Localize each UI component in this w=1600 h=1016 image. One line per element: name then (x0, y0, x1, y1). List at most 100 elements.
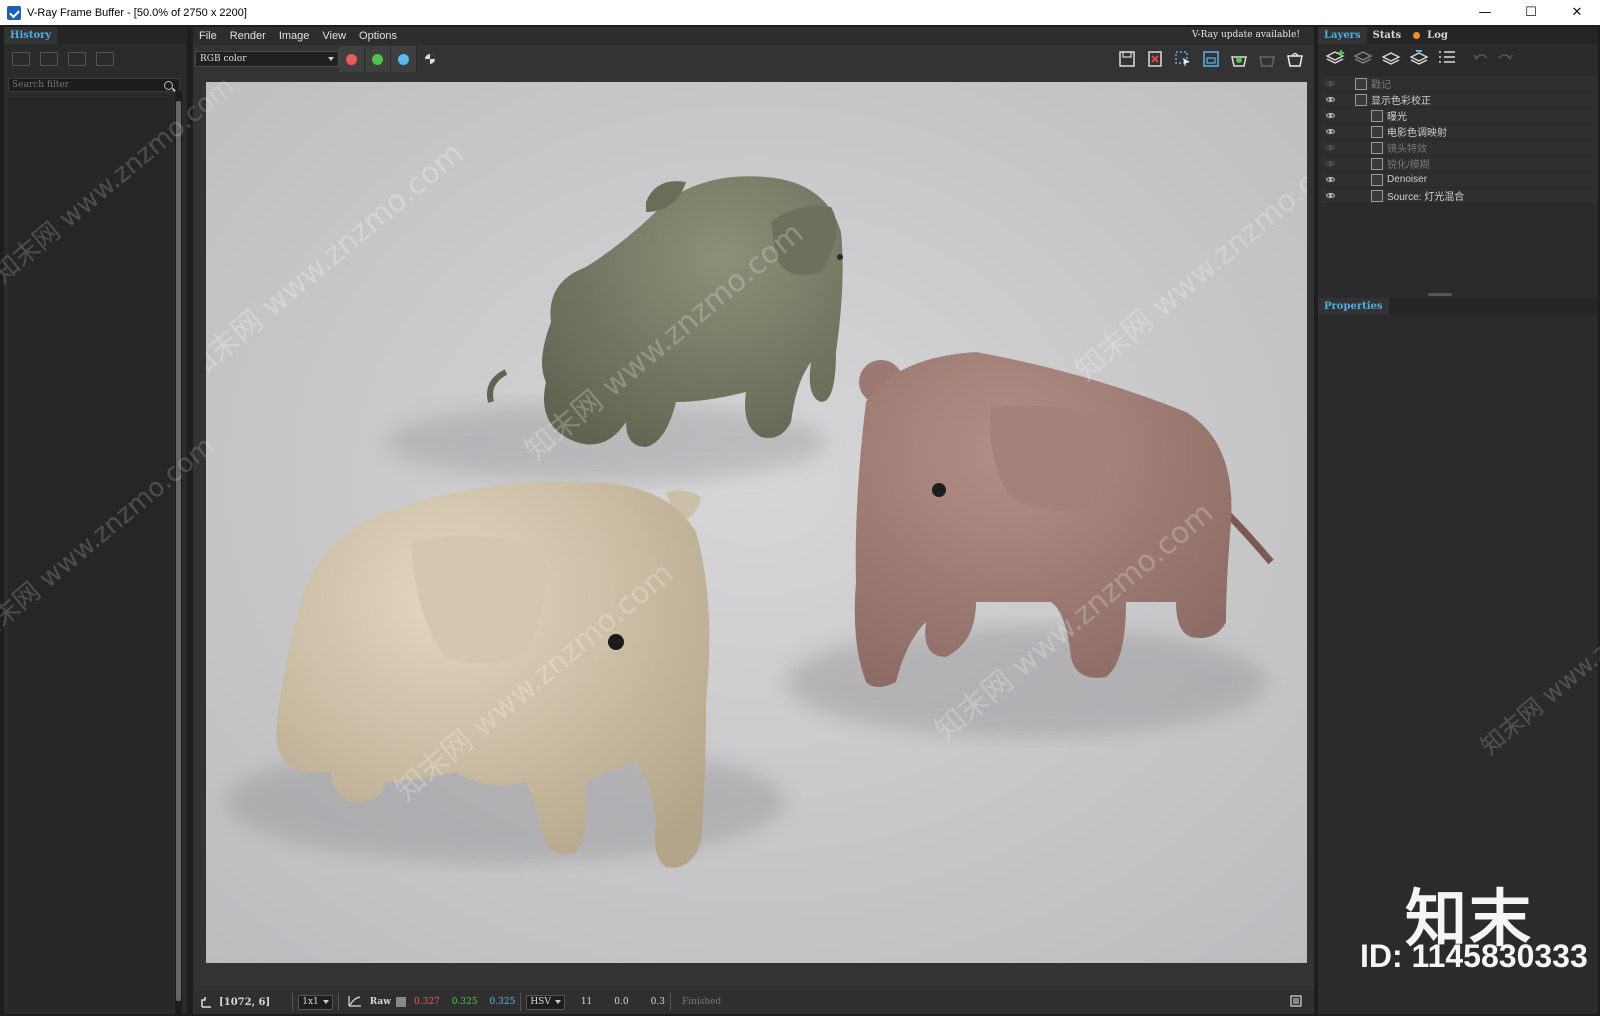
red-channel-button[interactable] (339, 46, 365, 72)
layer-list-icon[interactable] (1436, 49, 1458, 70)
save-image-icon[interactable] (1116, 48, 1138, 70)
tab-properties[interactable]: Properties (1318, 298, 1389, 315)
panel-splitter[interactable] (1428, 293, 1452, 296)
history-list (8, 97, 174, 1009)
pixel-color-swatch (396, 997, 407, 1007)
menu-image[interactable]: Image (279, 30, 310, 42)
rendered-elephants-image: 知末网 www.znzmo.com 知末网 www.znzmo.com 知末网 … (206, 82, 1307, 963)
layer-row[interactable]: Denoiser (1321, 172, 1597, 188)
update-notice[interactable]: V-Ray update available! (1192, 30, 1300, 40)
menu-render[interactable]: Render (230, 30, 266, 42)
pixel-info-icon[interactable] (193, 996, 219, 1008)
menu-view[interactable]: View (322, 30, 346, 42)
remove-history-icon[interactable] (96, 52, 114, 66)
layer-row[interactable]: 电影色调映射 (1321, 124, 1597, 140)
history-scrollbar[interactable] (175, 91, 182, 1015)
color-correction-layer-icon (1355, 93, 1367, 106)
save-layers-icon[interactable] (1380, 49, 1402, 70)
menu-options[interactable]: Options (359, 30, 397, 42)
tab-stats[interactable]: Stats (1367, 27, 1408, 44)
load-history-icon[interactable] (68, 52, 86, 66)
search-icon[interactable] (164, 80, 173, 90)
visibility-eye-icon[interactable] (1325, 177, 1335, 182)
layer-label: 显示色彩校正 (1371, 96, 1431, 107)
blue-dot-icon (398, 53, 409, 65)
layers-toolbar (1318, 44, 1598, 74)
visibility-eye-icon[interactable] (1325, 161, 1335, 166)
window-title: V-Ray Frame Buffer - [50.0% of 2750 x 22… (27, 6, 247, 19)
load-layers-icon[interactable] (1408, 49, 1430, 70)
green-value: 0.325 (451, 997, 478, 1007)
green-channel-button[interactable] (365, 46, 391, 72)
layer-label: 电影色调映射 (1387, 128, 1447, 139)
layer-row[interactable]: 镜头特效 (1321, 140, 1597, 156)
properties-header: Properties (1318, 298, 1598, 315)
layer-label: 曝光 (1387, 112, 1407, 123)
layer-label: 镜头特效 (1387, 144, 1427, 155)
undo-icon[interactable] (1472, 51, 1490, 68)
layer-row[interactable]: 戳记 (1321, 76, 1597, 92)
brand-id: ID: 1145830333 (1360, 938, 1588, 974)
minimize-button[interactable]: — (1462, 0, 1508, 25)
alpha-channel-button[interactable] (417, 46, 443, 72)
chevron-down-icon (328, 57, 334, 61)
tab-log-label: Log (1427, 30, 1448, 41)
tab-layers[interactable]: Layers (1318, 27, 1367, 44)
save-to-history-icon[interactable] (12, 52, 30, 66)
filmic-tonemap-layer-icon (1371, 125, 1383, 138)
log-alert-icon (1413, 32, 1421, 39)
layer-row[interactable]: Source: 灯光混合 (1321, 188, 1597, 204)
blue-channel-button[interactable] (391, 46, 417, 72)
cursor-coords: [1072, 6] (219, 996, 271, 1008)
channel-select[interactable]: RGB color (195, 51, 339, 67)
chevron-down-icon (554, 1000, 561, 1004)
layer-row[interactable]: 曝光 (1321, 108, 1597, 124)
zoom-select[interactable]: 1x1 (298, 994, 333, 1010)
layer-label: Denoiser (1387, 174, 1428, 185)
region-render-icon[interactable] (1172, 48, 1194, 70)
stop-render-icon[interactable] (1256, 48, 1278, 70)
blue-value: 0.325 (489, 997, 516, 1007)
zoom-value: 1x1 (302, 997, 319, 1007)
visibility-eye-icon[interactable] (1325, 81, 1335, 86)
chevron-down-icon (322, 1000, 329, 1004)
visibility-eye-icon[interactable] (1325, 113, 1335, 118)
vray-app-icon (7, 5, 21, 20)
history-search[interactable] (8, 78, 180, 92)
render-interactive-icon[interactable] (1228, 48, 1250, 70)
layers-tree: 戳记 显示色彩校正 曝光 电影色调映射 镜头特效 锐化/模糊 Denoiser … (1321, 76, 1597, 204)
curve-icon[interactable] (348, 995, 362, 1010)
close-button[interactable]: ✕ (1554, 0, 1600, 25)
color-space-select[interactable]: HSV (526, 994, 565, 1010)
color-space-value: HSV (530, 997, 551, 1007)
alpha-icon (425, 54, 435, 64)
red-value: 0.327 (414, 997, 440, 1007)
hue-value: 11 (580, 997, 593, 1007)
clear-image-icon[interactable] (1144, 48, 1166, 70)
visibility-eye-icon[interactable] (1325, 129, 1335, 134)
visibility-eye-icon[interactable] (1325, 145, 1335, 150)
delete-layer-icon[interactable] (1352, 49, 1374, 70)
render-icon[interactable] (1284, 48, 1306, 70)
panel-toggle-icon[interactable] (1290, 994, 1302, 1010)
menu-file[interactable]: File (199, 30, 217, 42)
visibility-eye-icon[interactable] (1325, 193, 1335, 198)
tab-log[interactable]: Log (1407, 27, 1454, 44)
green-dot-icon (372, 53, 383, 65)
stamp-layer-icon (1355, 77, 1367, 90)
render-status: Finished (681, 997, 722, 1007)
redo-icon[interactable] (1496, 51, 1514, 68)
maximize-button[interactable]: ☐ (1508, 0, 1554, 25)
search-input[interactable] (9, 80, 164, 90)
compare-ab-icon[interactable] (40, 52, 58, 66)
sharpen-blur-layer-icon (1371, 157, 1383, 170)
render-viewport[interactable]: 知末网 www.znzmo.com 知末网 www.znzmo.com 知末网 … (206, 82, 1307, 963)
visibility-eye-icon[interactable] (1325, 97, 1335, 102)
add-layer-icon[interactable] (1324, 49, 1346, 70)
layer-row[interactable]: 锐化/模糊 (1321, 156, 1597, 172)
region-icon[interactable] (1200, 48, 1222, 70)
layers-panel: Layers Stats Log 戳记 显示色彩校正 曝光 电影色调映射 镜头特… (1318, 27, 1598, 1014)
history-toolbar (4, 44, 187, 74)
layer-row[interactable]: 显示色彩校正 (1321, 92, 1597, 108)
tab-history[interactable]: History (4, 27, 58, 44)
